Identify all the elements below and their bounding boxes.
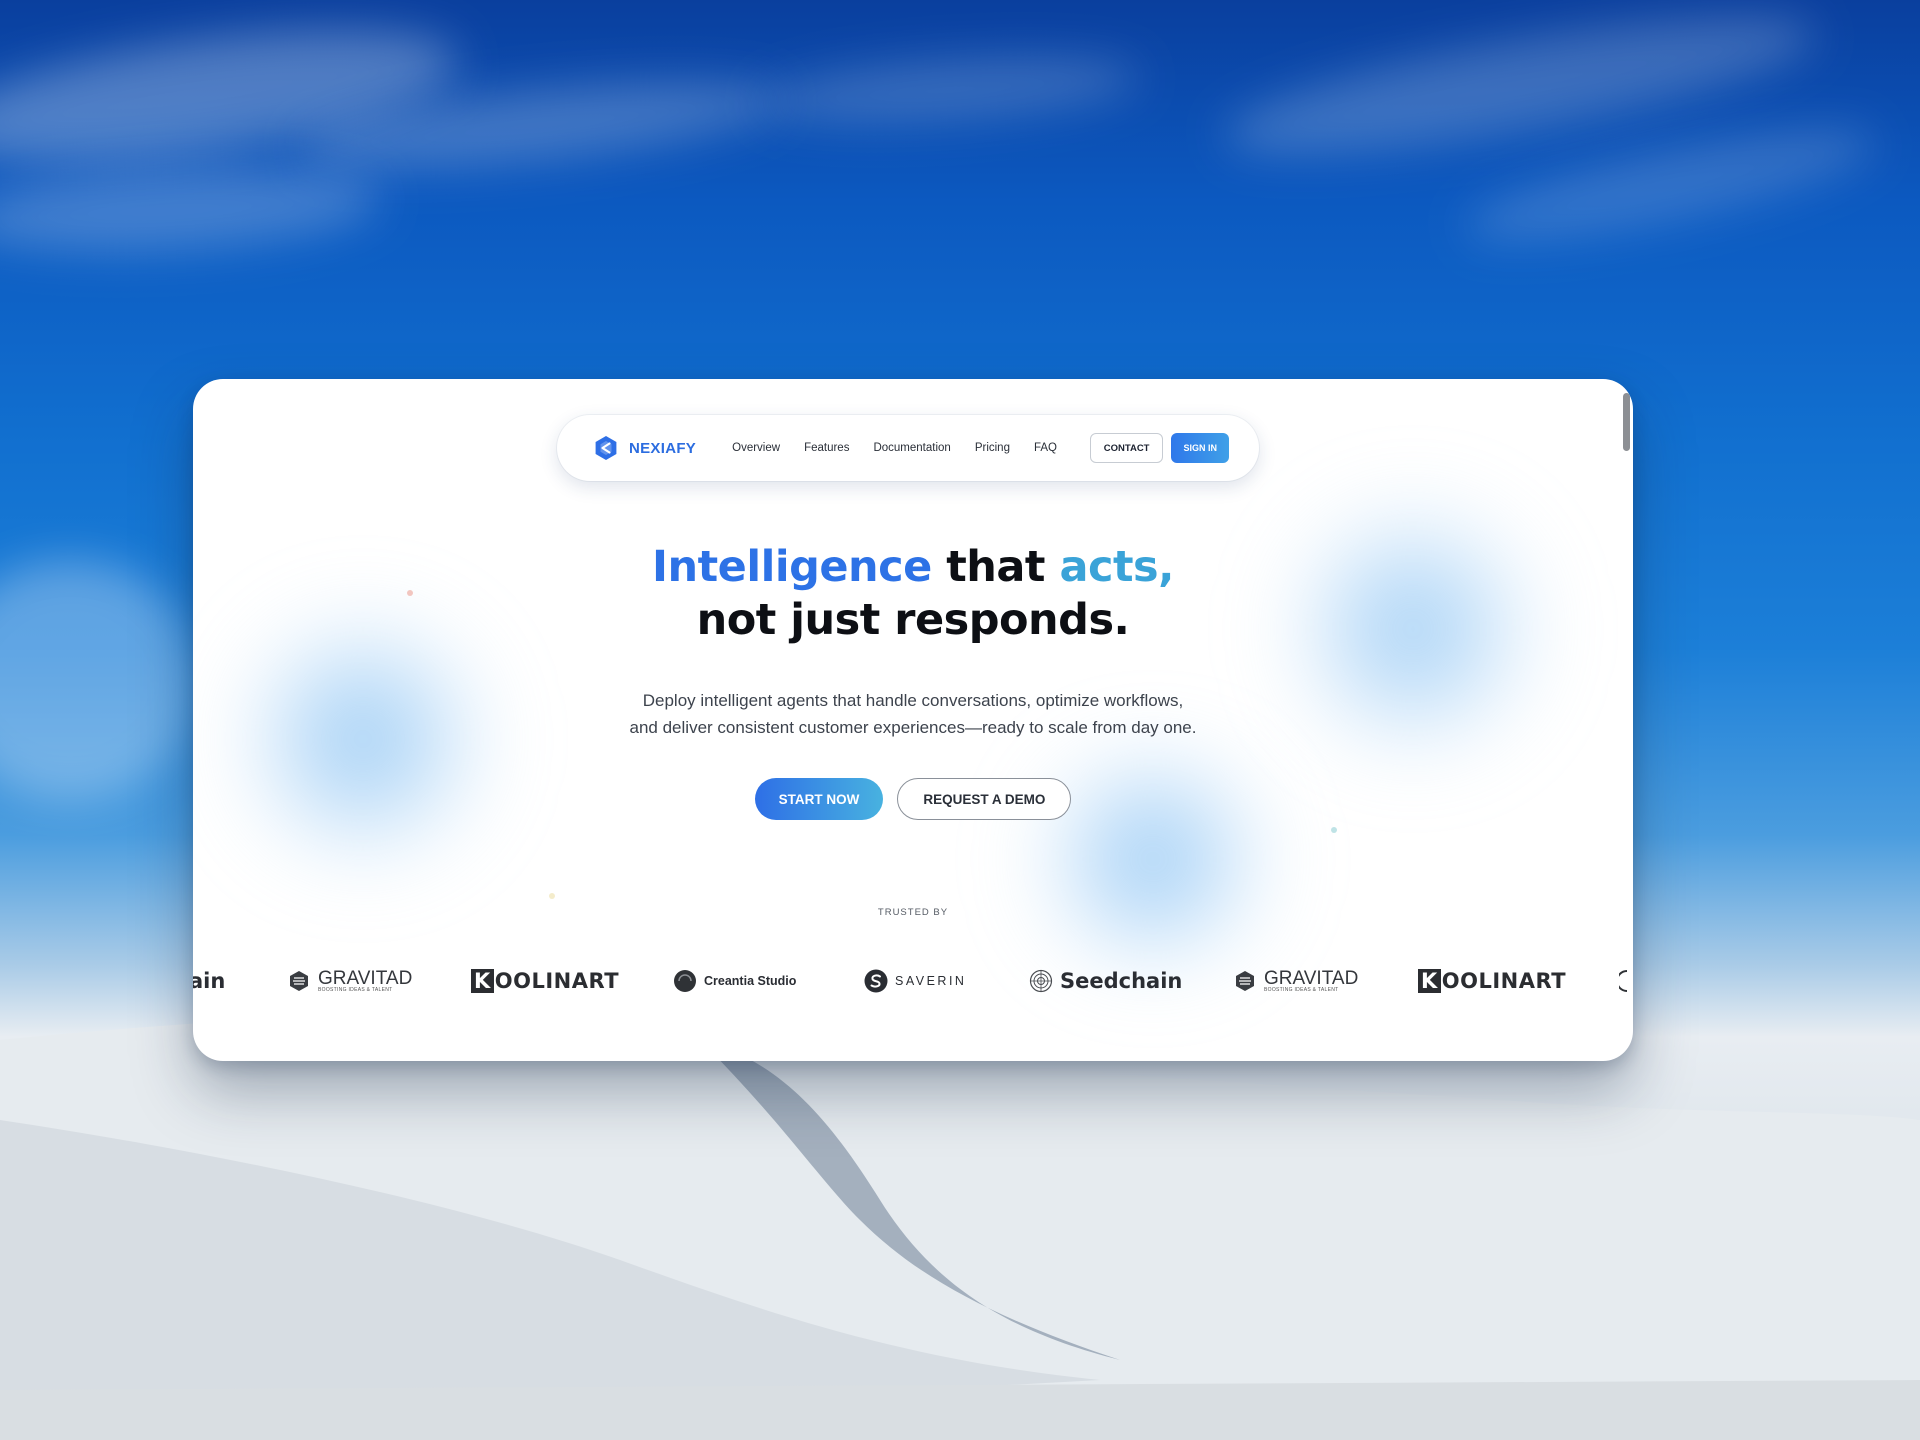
nav-link-overview[interactable]: Overview [732,442,780,454]
hero-headline: Intelligence that acts, not just respond… [193,541,1633,647]
nav-links: Overview Features Documentation Pricing … [732,442,1090,454]
logo-koolinart: K OOLINART [471,961,619,1001]
hexagon-logo-icon [595,436,617,460]
koolinart-rest: OOLINART [1441,969,1567,993]
logo-koolinart: K OOLINART [1418,961,1566,1001]
logo-gravitad: GRAVITAD BOOSTING IDEAS & TALENT [287,961,412,1001]
request-demo-button[interactable]: REQUEST A DEMO [897,778,1072,820]
hero-cta-group: START NOW REQUEST A DEMO [193,778,1633,820]
browser-window: NEXIAFY Overview Features Documentation … [193,379,1633,1061]
contact-button[interactable]: CONTACT [1089,433,1164,463]
sign-in-button[interactable]: SIGN IN [1171,433,1229,463]
saverin-name: SAVERIN [895,974,967,988]
koolinart-k-box: K [1418,969,1441,993]
headline-highlight-acts: acts, [1059,542,1174,592]
gravitad-mark-icon [290,971,308,991]
headline-that: that [931,542,1060,592]
brand-name: NEXIAFY [629,439,697,457]
hero-section: Intelligence that acts, not just respond… [193,541,1633,820]
brand-logo[interactable]: NEXIAFY [593,435,696,461]
gravitad-name: GRAVITAD [1264,967,1359,989]
logo-creantia-studio: Creantia Studio [673,961,796,1001]
nav-link-features[interactable]: Features [804,442,849,454]
headline-highlight-intelligence: Intelligence [652,542,932,592]
koolinart-wordmark: K OOLINART [471,969,619,993]
page-scrollbar[interactable] [1619,379,1633,1061]
gravitad-mark-icon [1236,971,1254,991]
gravitad-name: GRAVITAD [318,967,413,989]
decor-dot [549,893,555,899]
scrollbar-thumb[interactable] [1623,393,1630,451]
seedchain-name: Seedchain [1060,969,1183,993]
creantia-circle-icon [674,970,696,992]
seedchain-globe-icon [1029,969,1053,993]
koolinart-rest: OOLINART [494,969,620,993]
logo-saverin: SAVERIN [864,961,966,1001]
start-now-button[interactable]: START NOW [754,778,884,820]
decor-dot [1331,827,1337,833]
creantia-name: Creantia Studio [704,974,797,988]
trusted-by-label: TRUSTED BY [877,907,949,918]
nav-link-documentation[interactable]: Documentation [873,442,950,454]
logo-seedchain: Seedchain [1029,961,1182,1001]
logo-fragment-text: ain [193,969,226,993]
top-navbar: NEXIAFY Overview Features Documentation … [557,415,1259,481]
logo-gravitad: GRAVITAD BOOSTING IDEAS & TALENT [1233,961,1358,1001]
koolinart-k-box: K [471,969,494,993]
headline-line2: not just responds. [696,595,1130,645]
trusted-logos-strip: ain GRAVITAD BOOSTING IDEAS & TALENT K OO… [193,961,1633,1001]
koolinart-wordmark: K OOLINART [1418,969,1566,993]
saverin-s-icon [864,969,888,993]
logo-seedchain-partial: ain [193,961,225,1001]
hero-subtext: Deploy intelligent agents that handle co… [629,691,1197,737]
nav-link-faq[interactable]: FAQ [1034,442,1057,454]
nav-link-pricing[interactable]: Pricing [975,442,1010,454]
